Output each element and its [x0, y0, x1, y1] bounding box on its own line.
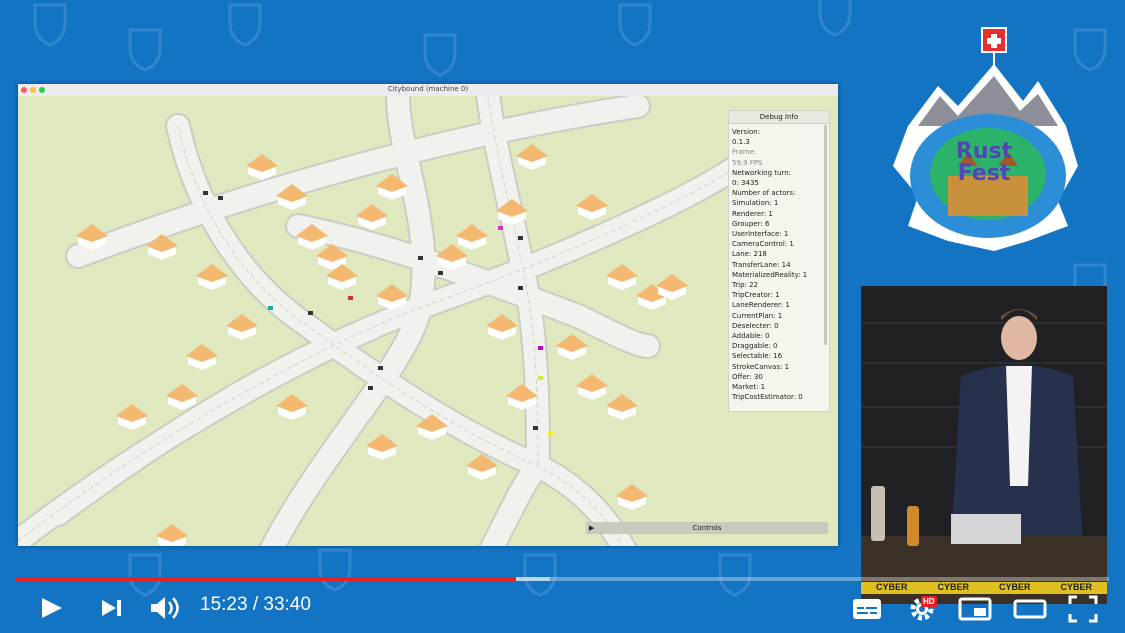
car [548, 431, 553, 435]
city-viewport[interactable] [18, 96, 838, 546]
debug-line: Renderer: 1 [732, 209, 773, 218]
citybound-window: Citybound (machine 0) Debug Info Version… [18, 84, 838, 546]
time-display: 15:23 / 33:40 [200, 594, 311, 616]
controls-label: Controls [692, 524, 722, 532]
debug-line: 59.9 FPS [732, 158, 763, 167]
debug-line: LaneRenderer: 1 [732, 301, 790, 310]
hd-badge: HD [921, 596, 937, 607]
window-title: Citybound (machine 0) [387, 85, 469, 93]
debug-line: Addable: 0 [732, 332, 770, 341]
debug-scrollbar[interactable] [824, 125, 827, 345]
debug-line: TripCostEstimator: 0 [732, 393, 803, 402]
debug-line: Frame: [732, 148, 757, 157]
debug-line: Grouper: 6 [732, 219, 770, 228]
debug-line: TripCreator: 1 [732, 291, 780, 300]
debug-line: Draggable: 0 [732, 342, 778, 351]
logo-text-fest: Fest [958, 161, 1011, 186]
debug-info-list: Version: 0.1.3 Frame: 59.9 FPS Networking tu… [729, 124, 829, 402]
debug-line: Offer: 30 [732, 372, 763, 381]
debug-line: Market: 1 [732, 383, 766, 392]
debug-line: Lane: 218 [732, 250, 767, 259]
car [533, 426, 538, 430]
theater-mode-icon[interactable] [1012, 592, 1048, 624]
car [203, 191, 208, 195]
debug-line: 0: 3435 [732, 179, 759, 188]
debug-line: Simulation: 1 [732, 199, 779, 208]
debug-line: Deselecter: 0 [732, 321, 779, 330]
car [268, 306, 273, 310]
debug-info-panel[interactable]: Debug Info Version: 0.1.3 Frame: 59.9 FPS Ne… [728, 110, 830, 412]
debug-line: StrokeCanvas: 1 [732, 362, 790, 371]
debug-line: UserInterface: 1 [732, 230, 789, 239]
car [518, 236, 523, 240]
car [538, 346, 543, 350]
debug-info-title[interactable]: Debug Info [729, 111, 829, 124]
played-bar [16, 577, 516, 581]
miniplayer-icon[interactable] [957, 592, 993, 624]
debug-line: TransferLane: 14 [732, 260, 791, 269]
car [308, 311, 313, 315]
car [498, 226, 503, 230]
car [218, 196, 223, 200]
debug-line: 0.1.3 [732, 138, 750, 147]
car [378, 366, 383, 370]
debug-line: CameraControl: 1 [732, 240, 794, 249]
rustfest-logo: Rust Fest [893, 27, 1078, 251]
debug-line: MaterializedReality: 1 [732, 270, 808, 279]
car [368, 386, 373, 390]
debug-line: Version: [732, 128, 761, 136]
speaker-video-inset: CYBER CYBER CYBER CYBER [861, 286, 1107, 604]
car [348, 296, 353, 300]
fullscreen-icon[interactable] [1066, 592, 1100, 624]
controls-panel-header[interactable]: ▶ Controls [586, 522, 828, 534]
debug-line: Selectable: 16 [732, 352, 783, 361]
car [518, 286, 523, 290]
debug-line: Trip: 22 [732, 281, 759, 290]
volume-icon[interactable] [148, 592, 182, 624]
play-icon[interactable] [36, 592, 66, 624]
debug-line: Number of actors: [732, 189, 796, 198]
triangle-right-icon: ▶ [589, 524, 595, 532]
next-icon[interactable] [98, 592, 126, 624]
car [538, 376, 543, 380]
speaker-scene [861, 286, 1107, 604]
time-separator: / [247, 594, 264, 615]
car [438, 271, 443, 275]
debug-line: CurrentPlan: 1 [732, 311, 783, 320]
debug-line: Networking turn: [732, 168, 792, 177]
car [418, 256, 423, 260]
subtitles-icon[interactable] [850, 592, 884, 624]
duration: 33:40 [263, 594, 311, 615]
current-time: 15:23 [200, 594, 248, 615]
